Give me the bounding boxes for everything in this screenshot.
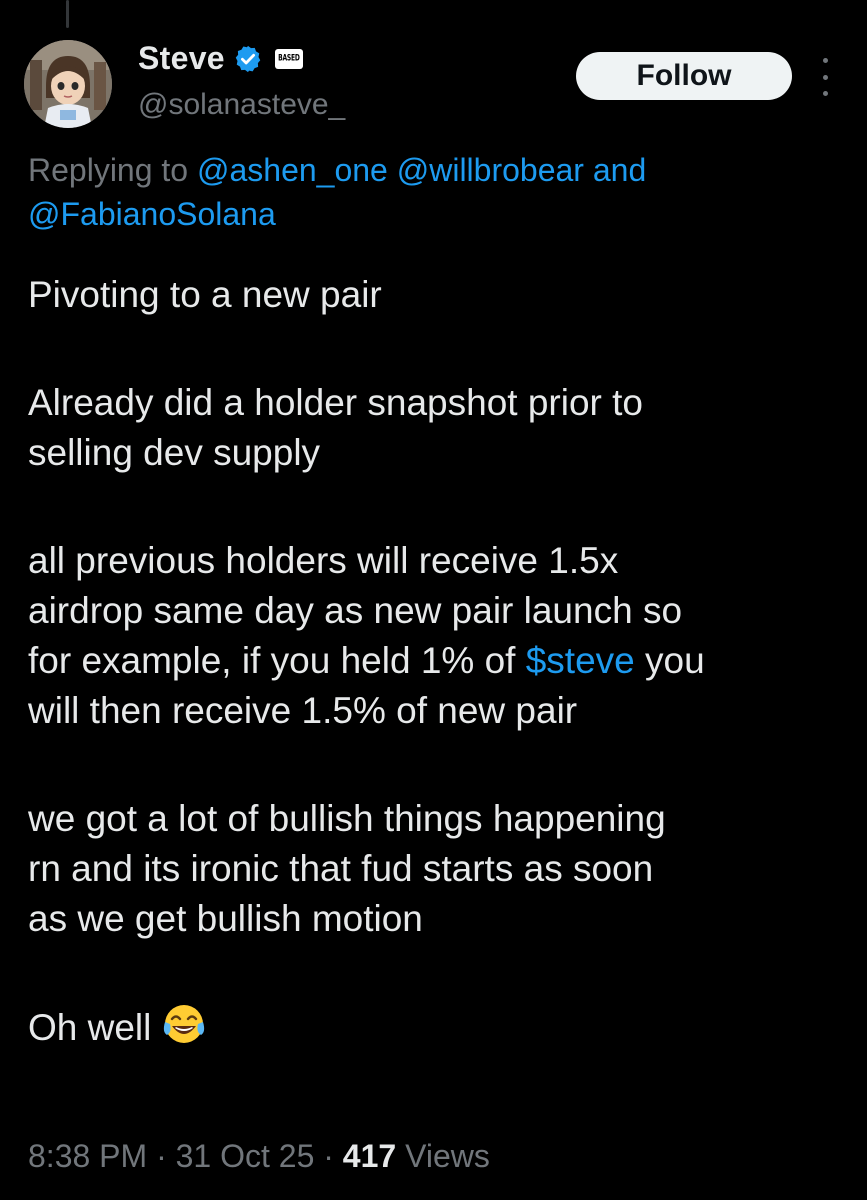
author-handle[interactable]: @solanasteve_ [138,88,345,122]
reply-prefix: Replying to [28,152,189,188]
more-options-icon[interactable] [816,58,834,96]
affiliate-badge-icon[interactable]: BASED [274,48,303,69]
mention-link[interactable]: @willbrobear [397,152,584,188]
tweet-text-segment: Oh well [28,1007,152,1048]
mention-link[interactable]: @ashen_one [197,152,388,188]
face-with-tears-of-joy-icon [163,1005,204,1043]
tweet-paragraph: all previous holders will receive 1.5x a… [28,536,848,736]
tweet-paragraph: we got a lot of bullish things happening… [28,798,666,939]
mention-link[interactable]: @FabianoSolana [28,196,276,232]
meta-separator: · [156,1138,167,1174]
reply-conjunction: and [592,152,647,188]
cashtag-link[interactable]: $steve [526,640,635,681]
follow-button[interactable]: Follow [576,52,792,100]
avatar-image [24,40,112,128]
author-display-name[interactable]: Steve [138,40,225,77]
thread-connector-line [66,0,69,28]
views-count[interactable]: 417 [343,1138,396,1174]
reply-context: Replying to @ashen_one @willbrobear and … [28,148,828,236]
affiliate-badge-text: BASED [278,53,300,64]
tweet-paragraph: Oh well [28,1002,848,1053]
views-label[interactable]: Views [405,1138,490,1174]
author-name-row: Steve BASED [138,40,303,77]
tweet-paragraph: Already did a holder snapshot prior to s… [28,382,643,473]
meta-separator: · [323,1138,334,1174]
avatar[interactable] [24,40,112,128]
tweet-date[interactable]: 31 Oct 25 [176,1138,315,1174]
tweet-time[interactable]: 8:38 PM [28,1138,147,1174]
tweet-meta: 8:38 PM · 31 Oct 25 · 417 Views [28,1138,490,1175]
verified-badge-icon[interactable] [233,44,263,74]
tweet-text: Pivoting to a new pair Already did a hol… [28,270,848,1053]
tweet-paragraph: Pivoting to a new pair [28,274,382,315]
